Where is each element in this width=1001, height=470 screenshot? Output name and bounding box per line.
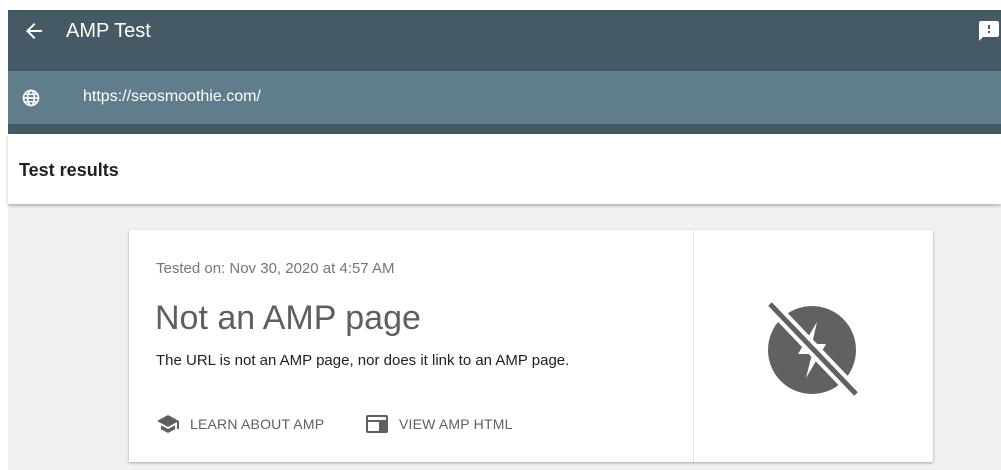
status-title: Not an AMP page — [155, 299, 421, 337]
school-icon — [157, 415, 179, 433]
web-page-icon — [366, 415, 388, 433]
not-amp-icon — [765, 299, 861, 398]
view-amp-html-label: VIEW AMP HTML — [399, 416, 513, 432]
learn-about-amp-label: LEARN ABOUT AMP — [190, 416, 325, 432]
url-bar-divider — [8, 124, 1001, 134]
arrow-back-icon[interactable] — [22, 19, 46, 43]
learn-about-amp-button[interactable]: LEARN ABOUT AMP — [156, 413, 324, 435]
results-content: Tested on: Nov 30, 2020 at 4:57 AM Not a… — [8, 204, 1001, 470]
url-bar[interactable]: https://seosmoothie.com/ — [8, 71, 1001, 124]
app-title: AMP Test — [66, 20, 151, 42]
status-description: The URL is not an AMP page, nor does it … — [156, 352, 570, 369]
amp-test-window: AMP Test https://seosmoothie.com/ Test r… — [0, 0, 1001, 470]
feedback-icon[interactable] — [977, 19, 1001, 43]
tested-on-timestamp: Tested on: Nov 30, 2020 at 4:57 AM — [156, 260, 395, 277]
status-icon-panel — [694, 230, 933, 462]
result-card: Tested on: Nov 30, 2020 at 4:57 AM Not a… — [129, 230, 933, 462]
view-amp-html-button[interactable]: VIEW AMP HTML — [365, 413, 513, 435]
results-header: Test results — [8, 134, 1001, 204]
globe-icon — [22, 89, 40, 107]
url-text[interactable]: https://seosmoothie.com/ — [83, 87, 261, 107]
app-bar: AMP Test — [8, 10, 1001, 71]
results-title: Test results — [19, 160, 119, 180]
result-summary: Tested on: Nov 30, 2020 at 4:57 AM Not a… — [129, 230, 694, 462]
